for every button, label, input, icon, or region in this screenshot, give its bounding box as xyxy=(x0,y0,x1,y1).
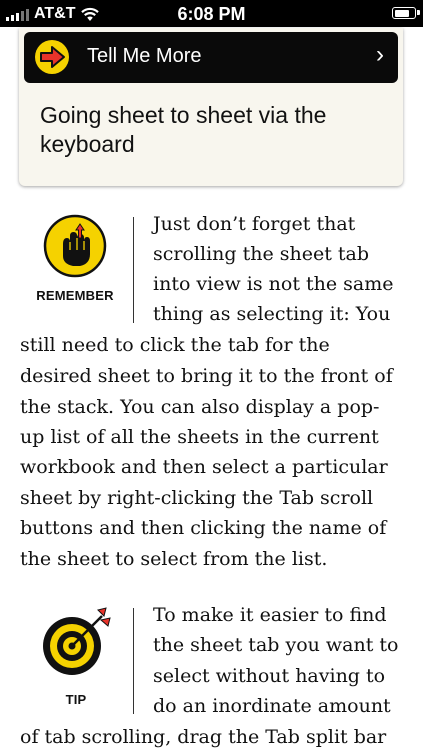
remember-line: still need to click the tab for the xyxy=(20,334,330,356)
remember-line: buttons and then clicking the name of xyxy=(20,517,387,539)
target-dart-icon xyxy=(43,607,111,675)
tip-divider xyxy=(133,608,134,714)
tip-line: do an inordinate amount xyxy=(153,695,391,717)
battery-icon xyxy=(392,7,420,19)
remember-divider xyxy=(133,217,134,323)
remember-label: REMEMBER xyxy=(36,288,114,303)
remember-line: up list of all the sheets in the current xyxy=(20,426,379,448)
raised-fist-icon xyxy=(43,214,107,278)
tip-line: of tab scrolling, drag the Tab split bar xyxy=(20,726,387,748)
remember-line: the stack. You can also display a pop- xyxy=(20,396,380,418)
tell-me-more-card[interactable]: Tell Me More › Going sheet to sheet via … xyxy=(19,28,403,186)
tip-icon-block: TIP xyxy=(30,606,122,707)
tip-line: the sheet tab you want to xyxy=(153,634,399,656)
tip-line: To make it easier to find xyxy=(153,604,387,626)
remember-line: sheet by right-clicking the Tab scroll xyxy=(20,487,374,509)
remember-line: thing as selecting it: You xyxy=(153,303,391,325)
status-bar: AT&T 6:08 PM xyxy=(0,0,423,27)
clock: 6:08 PM xyxy=(177,4,246,24)
tip-line: select without having to xyxy=(153,665,386,687)
arrow-right-icon xyxy=(35,40,69,74)
chevron-right-icon[interactable]: › xyxy=(376,41,384,69)
remember-line: into view is not the same xyxy=(153,273,394,295)
remember-icon-block: REMEMBER xyxy=(28,214,122,303)
battery-fill xyxy=(394,9,409,17)
remember-line: the sheet to select from the list. xyxy=(20,548,328,570)
tell-me-more-title: Tell Me More xyxy=(87,45,202,67)
remember-line: workbook and then select a particular xyxy=(20,456,388,478)
remember-line: scrolling the sheet tab xyxy=(153,243,370,265)
remember-line: desired sheet to bring it to the front o… xyxy=(20,365,393,387)
tell-me-more-header[interactable]: Tell Me More › xyxy=(24,32,398,83)
tip-label: TIP xyxy=(65,692,87,707)
card-body-text: Going sheet to sheet via the keyboard xyxy=(40,102,327,157)
remember-line: Just don’t forget that xyxy=(153,213,356,235)
